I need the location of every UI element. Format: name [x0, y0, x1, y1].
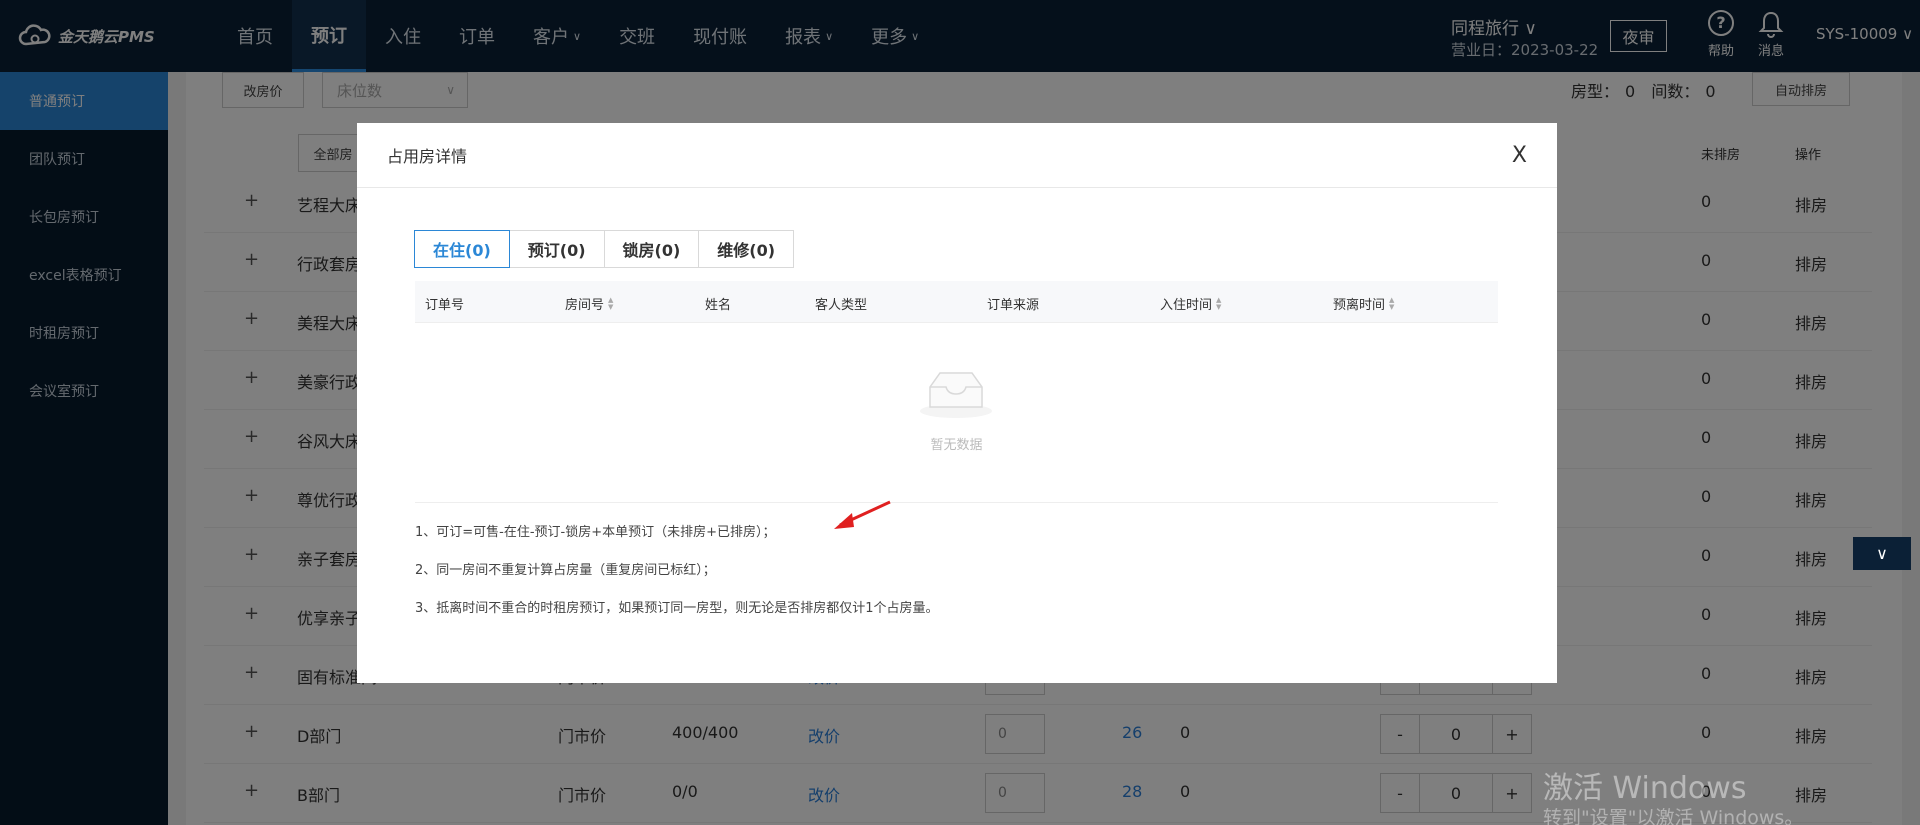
red-arrow-annotation-icon — [834, 500, 891, 529]
divider — [415, 502, 1498, 503]
note-1: 1、可订=可售-在住-预订-锁房+本单预订（未排房+已排房）； — [415, 525, 776, 540]
status-tabs: 在住(0) 预订(0) 锁房(0) 维修(0) — [414, 230, 795, 268]
col-order-no: 订单号 — [425, 294, 464, 313]
windows-activation-watermark: 激活 Windows — [1543, 771, 1747, 806]
col-checkin-time[interactable]: 入住时间 ▲ ▼ — [1160, 294, 1221, 313]
col-departure-time[interactable]: 预离时间 ▲ ▼ — [1333, 294, 1394, 313]
modal-header: 占用房详情 X — [357, 123, 1557, 188]
note-3: 3、抵离时间不重合的时租房预订，如果预订同一房型，则无论是否排房都仅计1个占房量… — [415, 601, 939, 616]
tab-in-house[interactable]: 在住(0) — [414, 230, 510, 268]
column-label: 房间号 — [565, 298, 605, 313]
column-label: 入住时间 — [1160, 298, 1213, 313]
column-label: 预离时间 — [1333, 298, 1386, 313]
column-label: 姓名 — [705, 298, 732, 313]
col-guest-name: 姓名 — [705, 294, 731, 313]
column-label: 订单号 — [425, 298, 465, 313]
empty-text: 暂无数据 — [930, 438, 983, 453]
close-icon[interactable]: X — [1512, 143, 1527, 168]
tab-maintenance[interactable]: 维修(0) — [698, 230, 795, 268]
col-order-source: 订单来源 — [987, 294, 1039, 313]
occupied-room-detail-modal: 占用房详情 X 在住(0) 预订(0) 锁房(0) 维修(0) 订单号 房间号 ▲… — [357, 123, 1557, 683]
sort-icon[interactable]: ▲ ▼ — [1389, 296, 1394, 311]
empty-state: 暂无数据 — [415, 323, 1498, 503]
column-label: 客人类型 — [815, 298, 868, 313]
collapse-button[interactable]: ∨ — [1853, 537, 1911, 570]
sort-icon[interactable]: ▲ ▼ — [608, 296, 613, 311]
modal-title: 占用房详情 — [387, 147, 468, 166]
occupancy-table-header: 订单号 房间号 ▲ ▼ 姓名 客人类型 订单来源 入住时间 ▲ ▼ 预离时间 ▲ ▼ — [415, 281, 1498, 323]
col-guest-type: 客人类型 — [815, 294, 867, 313]
empty-box-icon — [920, 372, 992, 418]
windows-activation-hint: 转到"设置"以激活 Windows。 — [1543, 807, 1804, 825]
tab-locked[interactable]: 锁房(0) — [603, 230, 700, 268]
tab-reserved[interactable]: 预订(0) — [508, 230, 605, 268]
sort-icon[interactable]: ▲ ▼ — [1216, 296, 1221, 311]
chevron-down-icon: ∨ — [1876, 544, 1888, 563]
note-2: 2、同一房间不重复计算占房量（重复房间已标红）； — [415, 563, 716, 578]
column-label: 订单来源 — [987, 298, 1040, 313]
col-room-no[interactable]: 房间号 ▲ ▼ — [565, 294, 613, 313]
